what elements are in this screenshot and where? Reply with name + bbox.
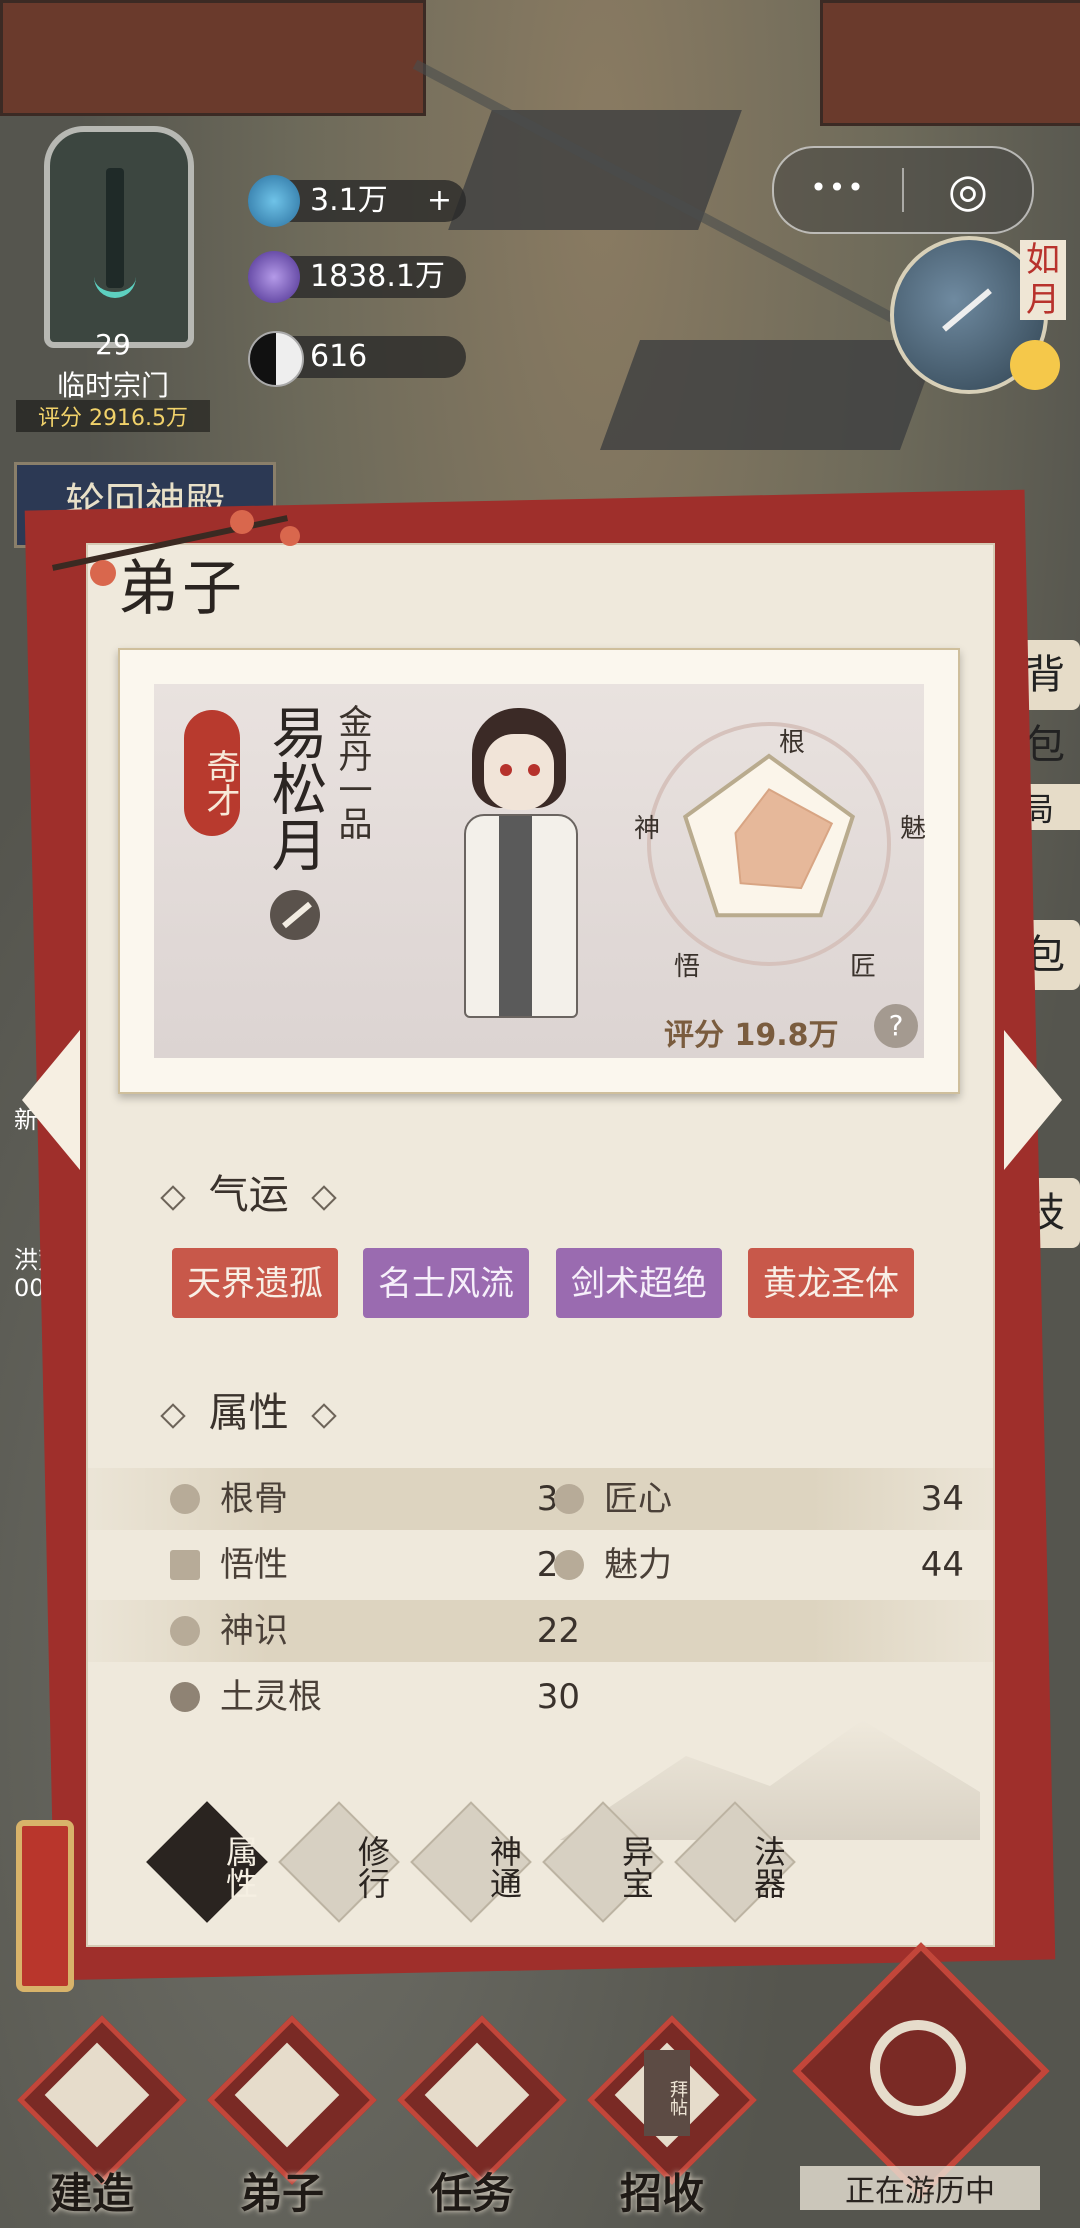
more-menu-button[interactable]: •••	[774, 148, 902, 232]
nav-build[interactable]: 建造	[2, 2015, 187, 2220]
tab-label: 异宝	[617, 1835, 655, 1899]
attribute-row: 土灵根 30	[88, 1666, 993, 1728]
radar-axis-label: 神	[634, 814, 661, 844]
sect-name: 临时宗门	[56, 369, 169, 402]
sword-glow	[94, 252, 136, 298]
diamond-icon	[311, 1185, 338, 1211]
spirit-icon	[170, 1616, 200, 1646]
panel-title: 弟子	[118, 554, 246, 624]
crystal-icon	[248, 251, 300, 303]
tab-artifacts[interactable]: 法器	[674, 1801, 796, 1923]
sun-icon	[1010, 340, 1060, 390]
attribute-row: 根骨 34 匠心 34	[88, 1468, 993, 1530]
travel-status: 正在游历中	[800, 2166, 1040, 2210]
fortune-heading-text: 气运	[208, 1172, 289, 1218]
sect-score: 评分 2916.5万	[16, 400, 210, 432]
bone-icon	[170, 1484, 200, 1514]
attribute-value: 34	[920, 1479, 964, 1519]
sect-emblem[interactable]: 29 临时宗门 评分 2916.5万	[16, 118, 210, 432]
clock-hand	[942, 288, 992, 332]
previous-disciple-arrow-icon[interactable]	[22, 1030, 80, 1170]
nav-label: 建造	[49, 2169, 134, 2218]
fortune-heading: 气运	[160, 1162, 338, 1220]
disciple-realm: 金丹一品	[332, 704, 372, 840]
building-roof	[0, 0, 426, 116]
nav-recruit[interactable]: 拜帖 招收	[572, 2015, 757, 2220]
sect-emblem-frame	[44, 126, 194, 348]
resource-taiji[interactable]: 616	[248, 331, 466, 387]
attribute-label: 悟性	[220, 1545, 288, 1585]
resource-crystal[interactable]: 1838.1万	[248, 251, 466, 303]
attribute-value: 44	[920, 1545, 964, 1585]
resource-spirit-stone[interactable]: 3.1万 +	[248, 175, 466, 227]
resource-value: 3.1万	[310, 183, 388, 218]
attributes-heading-text: 属性	[208, 1390, 289, 1436]
radar-axis-label: 悟	[674, 952, 701, 982]
recruit-card-icon: 拜帖	[644, 2050, 690, 2136]
diamond-icon	[160, 1403, 186, 1429]
nav-tasks[interactable]: 任务	[382, 2015, 567, 2220]
attribute-row: 悟性 29 魅力 44	[88, 1534, 993, 1596]
attribute-value: 30	[536, 1677, 580, 1717]
tab-label: 法器	[749, 1835, 787, 1899]
disciple-card-inner: 奇才 易松月 金丹一品 根 魅 匠 悟 神 评分 19.8万 ?	[154, 684, 927, 1058]
add-resource-button[interactable]: +	[427, 180, 452, 222]
radar-axis-label: 魅	[900, 814, 927, 844]
swirl-icon	[870, 2020, 966, 2116]
taiji-icon	[248, 331, 304, 387]
trait-tag[interactable]: 名士风流	[363, 1248, 529, 1318]
disciple-score: 评分 19.8万	[664, 1018, 839, 1053]
disciple-portrait	[454, 694, 584, 1034]
travel-button[interactable]: 正在游历中	[792, 1942, 1050, 2210]
tab-divine-powers[interactable]: 神通	[410, 1801, 532, 1923]
tab-attributes[interactable]: 属性	[146, 1801, 268, 1923]
next-disciple-arrow-icon[interactable]	[1004, 1030, 1062, 1170]
book-icon	[170, 1550, 200, 1580]
diamond-icon	[311, 1403, 338, 1429]
trait-tag[interactable]: 黄龙圣体	[748, 1248, 914, 1318]
resource-value: 1838.1万	[310, 259, 445, 294]
trait-tag[interactable]: 天界遗孤	[172, 1248, 338, 1318]
nav-disciples[interactable]: 弟子	[192, 2015, 377, 2220]
attributes-heading: 属性	[160, 1380, 338, 1438]
heart-icon	[554, 1550, 584, 1580]
radar-axis-label: 匠	[850, 952, 877, 982]
tab-label: 神通	[485, 1835, 523, 1899]
attribute-label: 匠心	[604, 1479, 672, 1519]
attribute-label: 魅力	[604, 1545, 672, 1585]
trait-tag[interactable]: 剑术超绝	[556, 1248, 722, 1318]
attribute-label: 根骨	[220, 1479, 288, 1519]
attribute-label: 神识	[220, 1611, 288, 1651]
diamond-icon	[160, 1185, 186, 1211]
radar-axis-label: 根	[779, 728, 806, 758]
attribute-row: 神识 22	[88, 1600, 993, 1662]
building-roof	[820, 0, 1080, 126]
attribute-radar-chart	[647, 722, 891, 966]
craft-icon	[554, 1484, 584, 1514]
month-label: 如月	[1020, 240, 1066, 320]
tab-treasures[interactable]: 异宝	[542, 1801, 664, 1923]
earth-root-icon	[170, 1682, 200, 1712]
courtyard-tile	[599, 340, 941, 450]
nav-label: 招收	[619, 2169, 704, 2218]
disciple-card: 奇才 易松月 金丹一品 根 魅 匠 悟 神 评分 19.8万 ?	[118, 648, 960, 1094]
close-miniprogram-button[interactable]: ◎	[904, 148, 1032, 232]
scroll-icon[interactable]	[16, 1820, 74, 1992]
brush-icon[interactable]	[270, 890, 320, 940]
resource-value: 616	[310, 339, 368, 374]
tab-cultivation[interactable]: 修行	[278, 1801, 400, 1923]
disciple-name: 易松月	[262, 704, 327, 872]
help-icon[interactable]: ?	[874, 1004, 918, 1048]
tab-label: 属性	[221, 1835, 259, 1899]
nav-label: 任务	[429, 2169, 514, 2218]
spirit-stone-icon	[248, 175, 300, 227]
tab-label: 修行	[353, 1835, 391, 1899]
sect-level: 29	[95, 328, 131, 361]
nav-label: 弟子	[239, 2169, 324, 2218]
talent-badge: 奇才	[184, 710, 240, 836]
attribute-label: 土灵根	[220, 1677, 322, 1717]
miniprogram-capsule: ••• ◎	[772, 146, 1034, 234]
attribute-value: 22	[536, 1611, 580, 1651]
